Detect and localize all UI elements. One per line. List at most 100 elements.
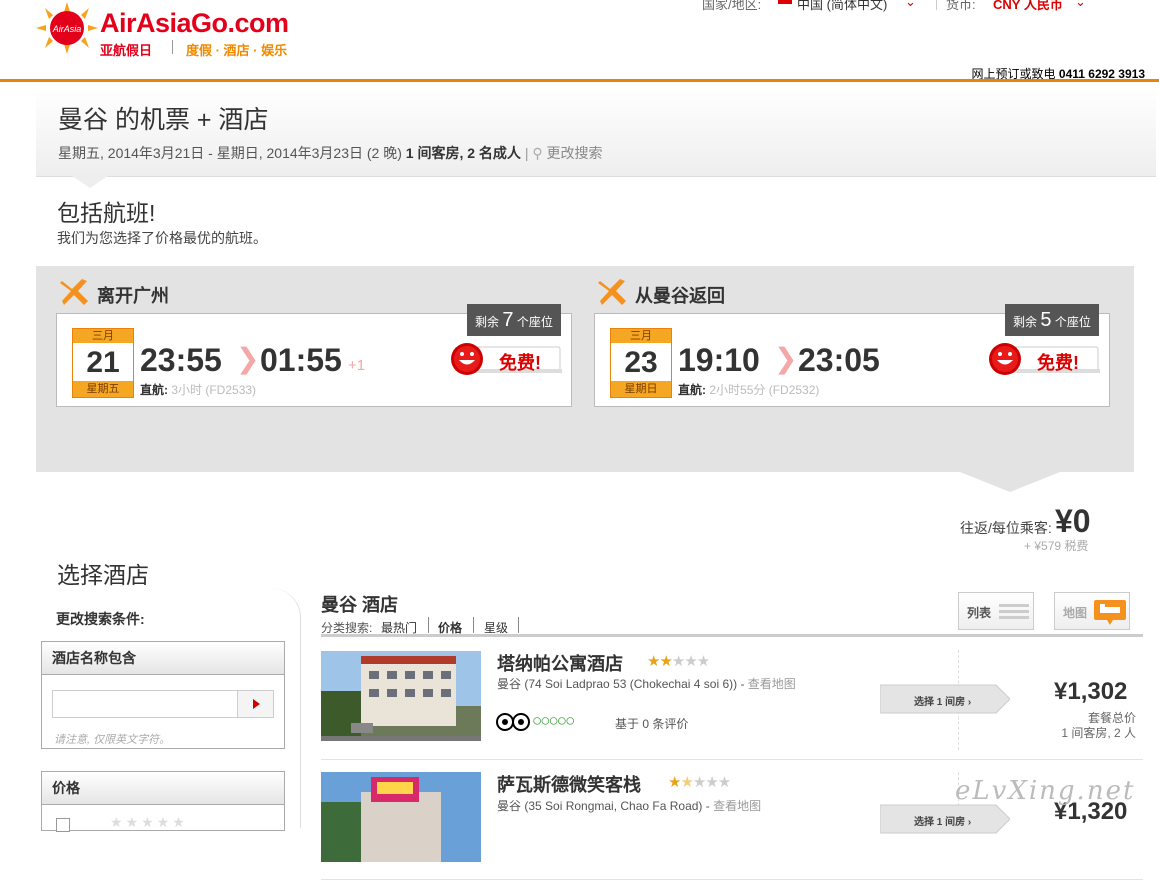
brand-airasia: AirAsia	[100, 8, 192, 38]
sort-separator	[473, 617, 474, 633]
list-view-button[interactable]: 列表	[958, 592, 1034, 630]
date-weekday: 星期五	[73, 381, 133, 397]
flight-band-notch	[960, 472, 1060, 492]
map-view-button[interactable]: 地图	[1054, 592, 1130, 630]
seats-count: 7	[502, 309, 514, 331]
star-rating-icon: ★★★★★	[647, 653, 710, 670]
hotel-address-text: 曼谷 (35 Soi Rongmai, Chao Fa Road)	[497, 799, 703, 813]
brand-separator	[172, 40, 173, 54]
watermark: eLvXing.net	[955, 776, 1136, 806]
filter-title: 更改搜索条件:	[56, 611, 145, 627]
room-guest-note: 1 间客房, 2 人	[1061, 726, 1136, 740]
sort-separator	[428, 617, 429, 633]
hotel-photo[interactable]	[321, 772, 481, 862]
depart-time: 23:55	[140, 342, 222, 378]
view-map-link[interactable]: 查看地图	[748, 677, 796, 691]
seats-left-badge: 剩余 5 个座位	[1005, 304, 1099, 336]
flight-info: 直航: 2小时55分 (FD2532)	[678, 381, 819, 398]
hotel-address-text: 曼谷 (74 Soi Ladprao 53 (Chokechai 4 soi 6…	[497, 677, 738, 691]
chevron-right-icon: ❯	[236, 343, 260, 374]
top-divider	[936, 0, 937, 10]
view-map-link[interactable]: 查看地图	[713, 799, 761, 813]
date-weekday: 星期日	[611, 381, 671, 397]
summary-notch	[72, 176, 108, 188]
hotels-heading: 选择酒店	[57, 562, 149, 588]
price-tax: + ¥579 税费	[1024, 539, 1089, 553]
hotel-price: ¥1,302	[1054, 678, 1128, 705]
hotel-name[interactable]: 塔纳帕公寓酒店	[497, 650, 623, 676]
hotel-name-filter-title[interactable]: 酒店名称包含	[42, 642, 284, 675]
arrive-time: 23:05	[798, 342, 880, 378]
flights-subheading: 我们为您选择了价格最优的航班。	[57, 230, 267, 246]
brand-go: Go.com	[191, 8, 289, 38]
date-day: 23	[624, 346, 658, 379]
brand-name[interactable]: AirAsiaGo.com	[100, 8, 289, 39]
flight-info: 直航: 3小时 (FD2533)	[140, 381, 256, 398]
list-icon	[999, 604, 1029, 619]
review-count: 基于 0 条评价	[615, 717, 689, 731]
brand-tagline: 度假 · 酒店 · 娱乐	[186, 43, 288, 58]
svg-text:AirAsia: AirAsia	[52, 24, 82, 34]
flight-duration: 2小时55分 (FD2532)	[709, 383, 820, 397]
date-calendar-icon: 三月 23 星期日	[610, 328, 672, 398]
trip-rooms-guests: 1 间客房, 2 名成人	[405, 145, 521, 161]
seats-left-badge: 剩余 7 个座位	[467, 304, 561, 336]
seats-prefix: 剩余	[475, 315, 500, 329]
star-rating-icon: ★★★★★	[668, 774, 731, 791]
star-rating-icon: ★★★★★	[110, 814, 188, 830]
select-room-button[interactable]: 选择 1 间房 ›	[879, 683, 1011, 715]
select-room-button[interactable]: 选择 1 间房 ›	[879, 803, 1011, 835]
currency-select[interactable]: CNY 人民币	[993, 0, 1063, 13]
arrive-time: 01:55	[260, 342, 342, 378]
price-per-passenger-label: 往返/每位乘客:	[960, 520, 1052, 536]
airasia-logo-sun-icon[interactable]: AirAsia	[36, 2, 98, 54]
chevron-down-icon[interactable]: ⌄	[905, 0, 916, 10]
country-select[interactable]: 中国 (简体中文)	[797, 0, 887, 13]
plane-icon	[598, 277, 628, 307]
brand-sub-cn: 亚航假日	[100, 43, 153, 58]
free-label: 免费!	[1037, 353, 1079, 373]
map-view-label: 地图	[1063, 606, 1088, 620]
modify-search-link[interactable]: 更改搜索	[547, 145, 603, 161]
leg-title-return: 从曼谷返回	[635, 286, 725, 306]
trip-dates: 星期五, 2014年3月21日 - 星期日, 2014年3月23日 (2 晚)	[58, 145, 402, 161]
map-bed-icon	[1094, 600, 1126, 625]
chevron-down-icon[interactable]: ⌄	[1075, 0, 1086, 10]
trip-title: 曼谷 的机票 + 酒店	[58, 106, 269, 134]
date-calendar-icon: 三月 21 星期五	[72, 328, 134, 398]
hotel-name-hint: 请注意, 仅限英文字符。	[54, 734, 171, 746]
sort-separator	[518, 617, 519, 633]
tripadvisor-owl-icon	[496, 713, 530, 731]
review-rating-icon: ○○○○○	[532, 711, 575, 730]
hotel-name-search-button[interactable]	[237, 690, 274, 718]
seats-suffix: 个座位	[1054, 315, 1091, 329]
select-room-label: 选择 1 间房 ›	[914, 817, 972, 828]
date-day: 21	[86, 346, 120, 379]
hotel-name-input[interactable]	[52, 690, 238, 718]
select-room-label: 选择 1 间房 ›	[914, 697, 972, 708]
flight-duration: 3小时 (FD2533)	[171, 383, 257, 397]
depart-time: 19:10	[678, 342, 760, 378]
results-divider	[321, 634, 1143, 637]
hotel-photo[interactable]	[321, 651, 481, 741]
direct-label: 直航:	[678, 383, 706, 397]
seats-count: 5	[1040, 309, 1052, 331]
trip-detail: 星期五, 2014年3月21日 - 星期日, 2014年3月23日 (2 晚) …	[58, 143, 603, 163]
country-label: 国家/地区:	[702, 0, 762, 12]
free-label: 免费!	[499, 353, 541, 373]
list-view-label: 列表	[967, 606, 992, 620]
search-icon[interactable]: ⚲	[532, 145, 542, 161]
date-month: 三月	[611, 329, 671, 343]
currency-label: 货币:	[946, 0, 976, 12]
china-flag-icon	[778, 0, 792, 4]
price-filter-title[interactable]: 价格	[42, 772, 284, 805]
leg-title-outbound: 离开广州	[97, 286, 169, 306]
header-divider	[0, 79, 1159, 82]
seats-suffix: 个座位	[516, 315, 553, 329]
day-offset: +1	[348, 357, 366, 374]
results-title: 曼谷 酒店	[321, 595, 399, 615]
price-filter-checkbox[interactable]	[56, 818, 70, 832]
date-month: 三月	[73, 329, 133, 343]
flights-heading: 包括航班!	[57, 200, 156, 226]
hotel-name[interactable]: 萨瓦斯德微笑客栈	[497, 771, 641, 797]
